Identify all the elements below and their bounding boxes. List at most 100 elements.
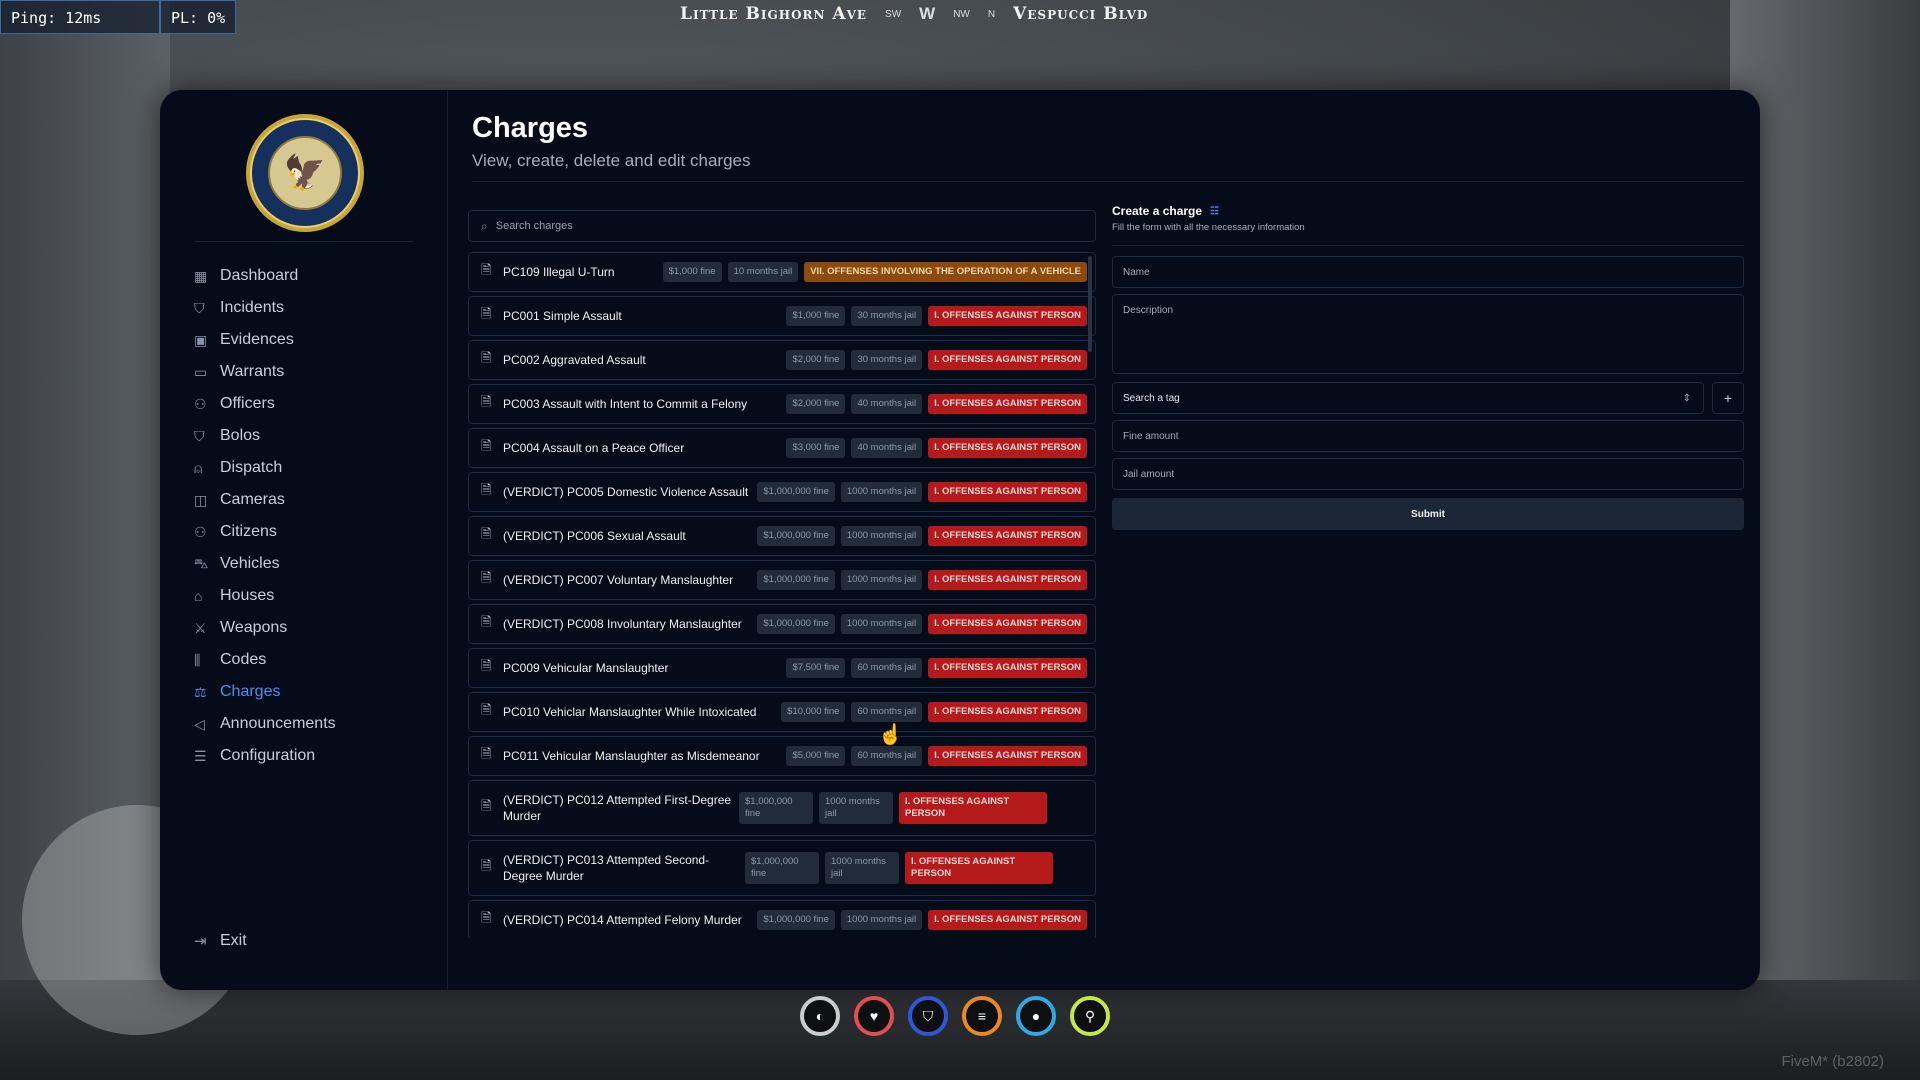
- sidebar-nav: ▦ Dashboard ⛉ Incidents ▣ Evidences ▭ Warran…: [194, 260, 434, 772]
- charge-row[interactable]: 🗎 (VERDICT) PC005 Domestic Violence Assa…: [468, 472, 1096, 512]
- charge-row[interactable]: 🗎 PC003 Assault with Intent to Commit a …: [468, 384, 1096, 424]
- charge-name: PC011 Vehicular Manslaughter as Misdemea…: [503, 749, 760, 763]
- car-icon: ⛍: [194, 554, 209, 571]
- fine-amount-input[interactable]: [1112, 420, 1744, 452]
- charge-name: (VERDICT) PC013 Attempted Second-Degree …: [503, 853, 710, 883]
- folder-icon: ▭: [194, 363, 208, 380]
- street-right: Vespucci Blvd: [1013, 4, 1149, 24]
- document-icon: 🗎: [481, 394, 492, 409]
- network-stats: Ping: 12ms PL: 0%: [0, 0, 237, 34]
- fine-badge: $1,000,000 fine: [739, 792, 813, 824]
- charge-name: (VERDICT) PC012 Attempted First-Degree M…: [503, 793, 732, 823]
- category-tag: I. OFFENSES AGAINST PERSON: [928, 350, 1087, 370]
- jail-amount-input[interactable]: [1112, 458, 1744, 490]
- add-tag-button[interactable]: +: [1712, 382, 1744, 414]
- lspd-logo: 🦅: [246, 114, 364, 232]
- search-icon: ⌕: [481, 218, 488, 233]
- charge-row[interactable]: 🗎 PC011 Vehicular Manslaughter as Misdem…: [468, 736, 1096, 776]
- charge-row[interactable]: 🗎 (VERDICT) PC006 Sexual Assault $1,000,…: [468, 516, 1096, 556]
- sidebar-item-houses[interactable]: ⌂ Houses: [194, 580, 434, 612]
- sidebar-item-charges[interactable]: ⚖ Charges: [194, 676, 434, 708]
- sidebar-item-label: Dispatch: [220, 459, 283, 476]
- jail-badge: 1000 months jail: [840, 570, 923, 590]
- document-icon: 🗎: [481, 614, 492, 629]
- charge-row[interactable]: 🗎 PC109 Illegal U-Turn $1,000 fine 10 mo…: [468, 252, 1096, 292]
- sidebar-item-label: Citizens: [220, 523, 277, 540]
- list-plus-icon: ☷: [1210, 205, 1220, 217]
- charge-row[interactable]: 🗎 (VERDICT) PC013 Attempted Second-Degre…: [468, 840, 1096, 896]
- jail-badge: 40 months jail: [851, 394, 923, 414]
- chevrons-up-down-icon: ⇕: [1682, 392, 1691, 404]
- sidebar-item-label: Cameras: [220, 491, 285, 508]
- document-icon: 🗎: [481, 658, 492, 673]
- tag-select[interactable]: Search a tag ⇕: [1112, 382, 1704, 414]
- sidebar-item-configuration[interactable]: ☰ Configuration: [194, 740, 434, 772]
- form-subtitle: Fill the form with all the necessary inf…: [1112, 222, 1305, 233]
- search-input[interactable]: [495, 220, 1056, 232]
- charge-row[interactable]: 🗎 (VERDICT) PC007 Voluntary Manslaughter…: [468, 560, 1096, 600]
- drop-icon: ●: [1016, 996, 1056, 1036]
- sidebar-item-bolos[interactable]: ⛉ Bolos: [194, 420, 434, 452]
- sidebar-item-cameras[interactable]: ◫ Cameras: [194, 484, 434, 516]
- category-tag: VII. OFFENSES INVOLVING THE OPERATION OF…: [804, 262, 1087, 282]
- packet-loss-readout: PL: 0%: [160, 0, 237, 34]
- jail-badge: 60 months jail: [851, 702, 923, 722]
- document-icon: 🗎: [481, 910, 492, 925]
- charge-name-input[interactable]: [1112, 256, 1744, 288]
- charge-row[interactable]: 🗎 PC004 Assault on a Peace Officer $3,00…: [468, 428, 1096, 468]
- jail-badge: 30 months jail: [851, 350, 923, 370]
- jail-badge: 1000 months jail: [840, 910, 923, 930]
- charge-row[interactable]: 🗎 (VERDICT) PC008 Involuntary Manslaught…: [468, 604, 1096, 644]
- charge-name: (VERDICT) PC007 Voluntary Manslaughter: [503, 573, 734, 587]
- mdt-tablet: 🦅 ▦ Dashboard ⛉ Incidents ▣ Evidences ▭ Warr…: [160, 90, 1760, 990]
- sidebar-item-label: Codes: [220, 651, 267, 668]
- charge-row[interactable]: 🗎 (VERDICT) PC014 Attempted Felony Murde…: [468, 900, 1096, 938]
- sidebar-item-codes[interactable]: ⫼ Codes: [194, 644, 434, 676]
- charge-row[interactable]: 🗎 (VERDICT) PC012 Attempted First-Degree…: [468, 780, 1096, 836]
- siren-icon: ⍝: [194, 459, 203, 476]
- category-tag: I. OFFENSES AGAINST PERSON: [899, 792, 1047, 824]
- sidebar-item-dispatch[interactable]: ⍝ Dispatch: [194, 452, 434, 484]
- sidebar-item-label: Evidences: [220, 331, 294, 348]
- users-icon: ⚇: [194, 523, 207, 540]
- form-divider: [1112, 245, 1744, 246]
- crossed-swords-icon: ⚔: [194, 619, 207, 636]
- running-icon: ⚲: [1070, 996, 1110, 1036]
- category-tag: I. OFFENSES AGAINST PERSON: [928, 570, 1087, 590]
- shield-icon: ⛉: [908, 996, 948, 1036]
- sidebar-item-incidents[interactable]: ⛉ Incidents: [194, 292, 434, 324]
- gavel-icon: ⚖: [194, 683, 207, 700]
- category-tag: I. OFFENSES AGAINST PERSON: [928, 614, 1087, 634]
- fine-badge: $1,000,000 fine: [757, 910, 835, 930]
- charge-row[interactable]: 🗎 PC010 Vehiclar Manslaughter While Into…: [468, 692, 1096, 732]
- sidebar-item-weapons[interactable]: ⚔ Weapons: [194, 612, 434, 644]
- page-header: Charges View, create, delete and edit ch…: [472, 112, 1744, 171]
- category-tag: I. OFFENSES AGAINST PERSON: [928, 702, 1087, 722]
- street-left: Little Bighorn Ave: [680, 4, 868, 24]
- ping-readout: Ping: 12ms: [0, 0, 160, 34]
- jail-badge: 40 months jail: [851, 438, 923, 458]
- charge-row[interactable]: 🗎 PC002 Aggravated Assault $2,000 fine 3…: [468, 340, 1096, 380]
- charge-description-input[interactable]: [1112, 294, 1744, 374]
- sidebar-item-dashboard[interactable]: ▦ Dashboard: [194, 260, 434, 292]
- jail-badge: 60 months jail: [851, 746, 923, 766]
- charge-row[interactable]: 🗎 PC009 Vehicular Manslaughter $7,500 fi…: [468, 648, 1096, 688]
- sidebar-item-citizens[interactable]: ⚇ Citizens: [194, 516, 434, 548]
- category-tag: I. OFFENSES AGAINST PERSON: [928, 746, 1087, 766]
- category-tag: I. OFFENSES AGAINST PERSON: [928, 910, 1087, 930]
- sidebar-item-announcements[interactable]: ◁ Announcements: [194, 708, 434, 740]
- sidebar-item-officers[interactable]: ⚇ Officers: [194, 388, 434, 420]
- sidebar-item-label: Incidents: [220, 299, 285, 316]
- sidebar-divider: [194, 241, 414, 242]
- submit-button[interactable]: Submit: [1112, 498, 1744, 530]
- fine-badge: $3,000 fine: [786, 438, 846, 458]
- tag-select-label: Search a tag: [1123, 392, 1180, 404]
- list-scrollbar[interactable]: [1088, 256, 1092, 352]
- charge-row[interactable]: 🗎 PC001 Simple Assault $1,000 fine 30 mo…: [468, 296, 1096, 336]
- exit-button[interactable]: ⇥ Exit: [194, 932, 247, 950]
- sidebar-item-vehicles[interactable]: ⛍ Vehicles: [194, 548, 434, 580]
- sidebar-item-warrants[interactable]: ▭ Warrants: [194, 356, 434, 388]
- charge-name: PC009 Vehicular Manslaughter: [503, 661, 669, 675]
- page-title: Charges: [472, 112, 589, 144]
- sidebar-item-evidences[interactable]: ▣ Evidences: [194, 324, 434, 356]
